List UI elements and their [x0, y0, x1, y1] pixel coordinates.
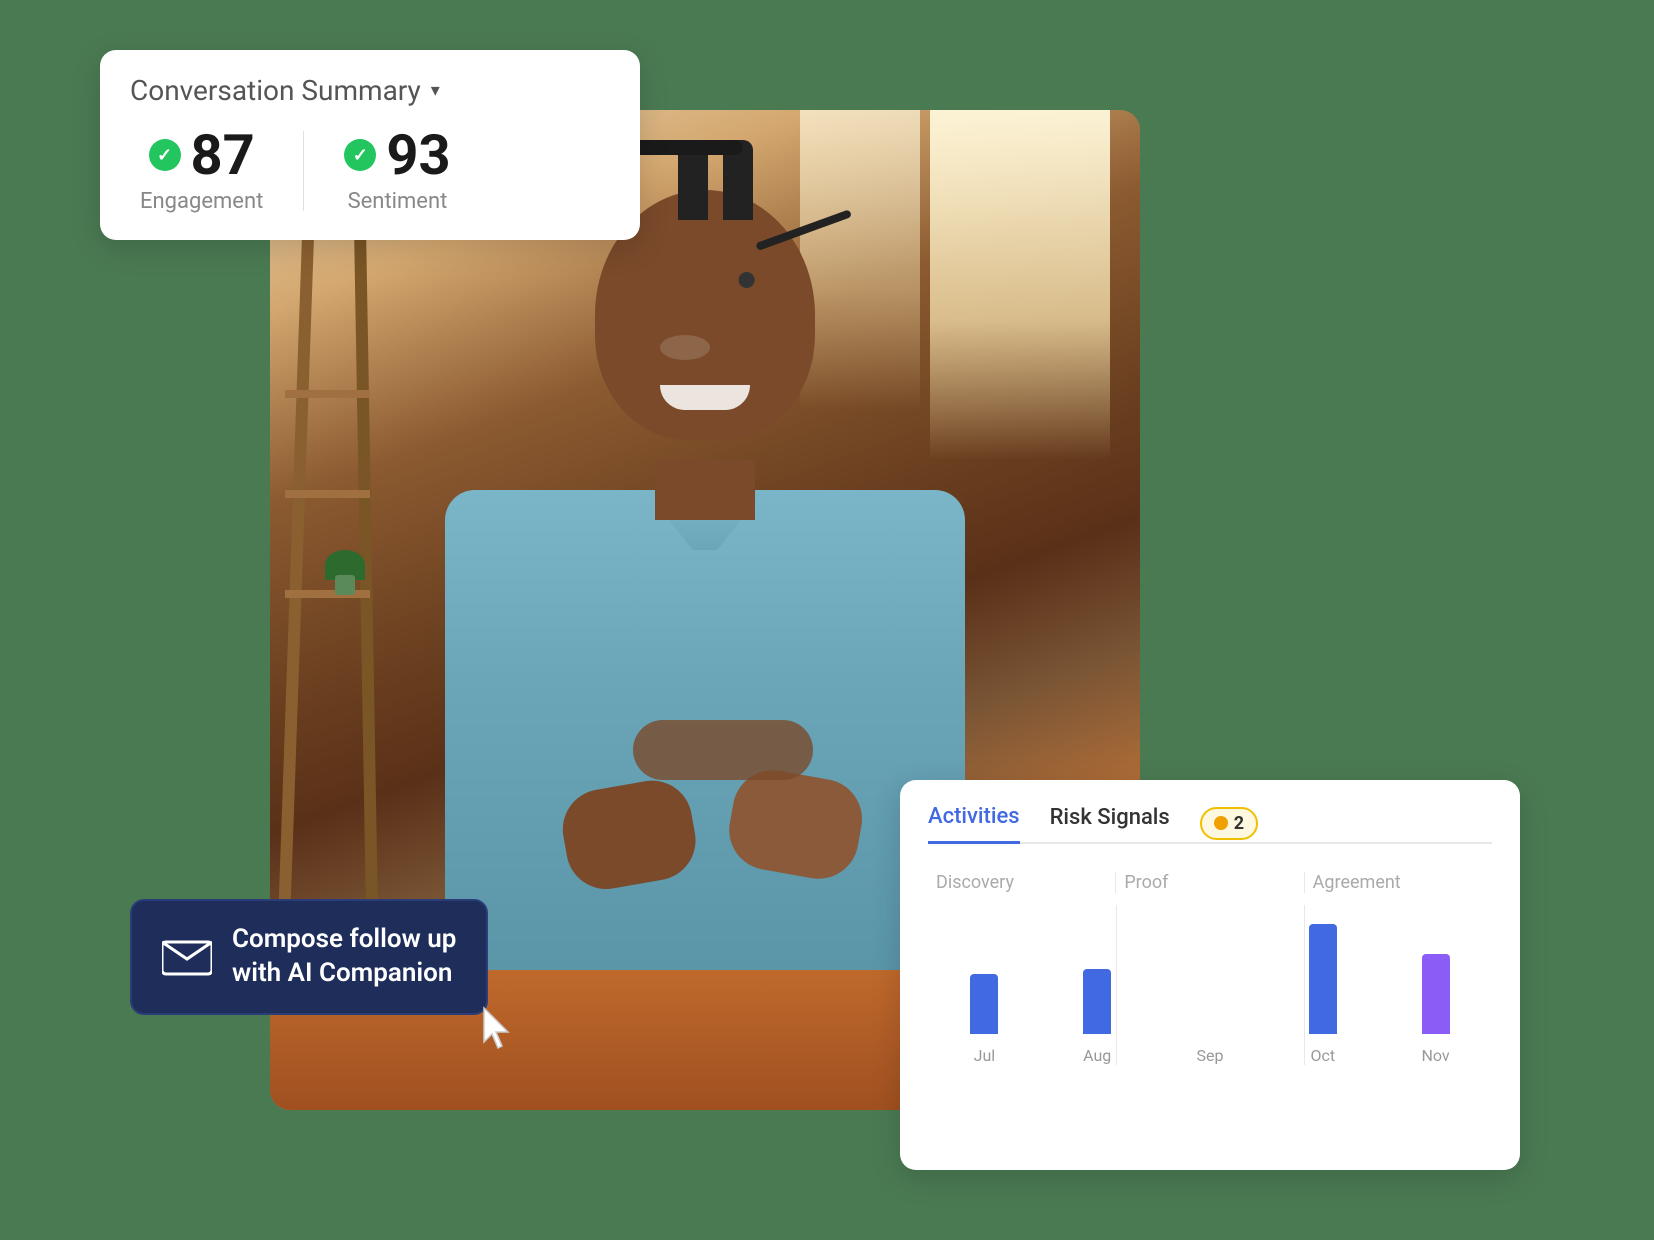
risk-dot-icon — [1214, 816, 1228, 830]
plant-pot — [335, 575, 355, 595]
face-highlight — [660, 335, 710, 360]
tabs-row: Activities Risk Signals 2 — [928, 804, 1492, 844]
conversation-summary-card: Conversation Summary ▾ ✓ 87 Engagement ✓… — [100, 50, 640, 240]
engagement-label: Engagement — [140, 189, 263, 214]
sentiment-label: Sentiment — [348, 189, 448, 214]
tab-risk-signals[interactable]: Risk Signals — [1050, 805, 1170, 842]
mic-end — [739, 272, 755, 288]
section-label-discovery: Discovery — [928, 872, 1116, 893]
cursor-svg — [480, 1006, 516, 1050]
compose-text: Compose follow up with AI Companion — [232, 923, 456, 991]
chart-col-oct: Oct — [1266, 905, 1379, 1065]
card-title: Conversation Summary — [130, 74, 421, 107]
sentiment-check-icon: ✓ — [344, 139, 376, 171]
tab-activities[interactable]: Activities — [928, 804, 1020, 844]
window-light2 — [800, 110, 920, 410]
compose-line2: with AI Companion — [232, 957, 456, 991]
risk-signals-label: Risk Signals — [1050, 805, 1170, 830]
shelf-rung3 — [285, 590, 370, 598]
section-label-proof: Proof — [1116, 872, 1304, 893]
bar-label-nov: Nov — [1422, 1046, 1450, 1065]
risk-badge: 2 — [1200, 807, 1258, 840]
bar-label-oct: Oct — [1310, 1046, 1335, 1065]
chart-divider-2 — [1304, 905, 1305, 1065]
cursor-icon — [480, 1006, 516, 1060]
chart-divider-1 — [1116, 905, 1117, 1065]
window-light — [930, 110, 1110, 460]
compose-line1: Compose follow up — [232, 923, 456, 957]
chart-col-jul: Jul — [928, 905, 1041, 1065]
bar-aug — [1083, 969, 1111, 1034]
metrics-row: ✓ 87 Engagement ✓ 93 Sentiment — [130, 127, 610, 214]
bar-label-jul: Jul — [974, 1046, 996, 1065]
main-container: Conversation Summary ▾ ✓ 87 Engagement ✓… — [100, 50, 1520, 1170]
person-smile — [660, 385, 750, 410]
hands-together — [633, 720, 813, 780]
card-header: Conversation Summary ▾ — [130, 74, 610, 107]
sentiment-score: 93 — [386, 127, 450, 183]
chart-area: Jul Aug Sep Oct Nov — [928, 905, 1492, 1065]
engagement-score-row: ✓ 87 — [149, 127, 255, 183]
engagement-score: 87 — [191, 127, 255, 183]
engagement-metric: ✓ 87 Engagement — [130, 127, 303, 214]
section-label-agreement: Agreement — [1305, 872, 1492, 893]
bar-oct — [1309, 924, 1337, 1034]
sentiment-metric: ✓ 93 Sentiment — [304, 127, 490, 214]
dropdown-arrow-icon[interactable]: ▾ — [431, 80, 440, 101]
bar-label-aug: Aug — [1083, 1046, 1111, 1065]
bar-label-sep: Sep — [1197, 1046, 1224, 1065]
shelf-rung2 — [285, 490, 370, 498]
engagement-check-icon: ✓ — [149, 139, 181, 171]
activities-card: Activities Risk Signals 2 Discovery Proo… — [900, 780, 1520, 1170]
risk-count: 2 — [1234, 813, 1244, 834]
chart-col-aug: Aug — [1041, 905, 1154, 1065]
mail-icon — [162, 937, 212, 977]
compose-followup-button[interactable]: Compose follow up with AI Companion — [130, 899, 488, 1015]
bar-nov — [1422, 954, 1450, 1034]
bar-jul — [970, 974, 998, 1034]
sentiment-score-row: ✓ 93 — [344, 127, 450, 183]
shelf-rung1 — [285, 390, 370, 398]
chart-col-sep: Sep — [1154, 905, 1267, 1065]
chart-col-nov: Nov — [1379, 905, 1492, 1065]
section-labels-row: Discovery Proof Agreement — [928, 872, 1492, 893]
person-neck — [655, 460, 755, 520]
